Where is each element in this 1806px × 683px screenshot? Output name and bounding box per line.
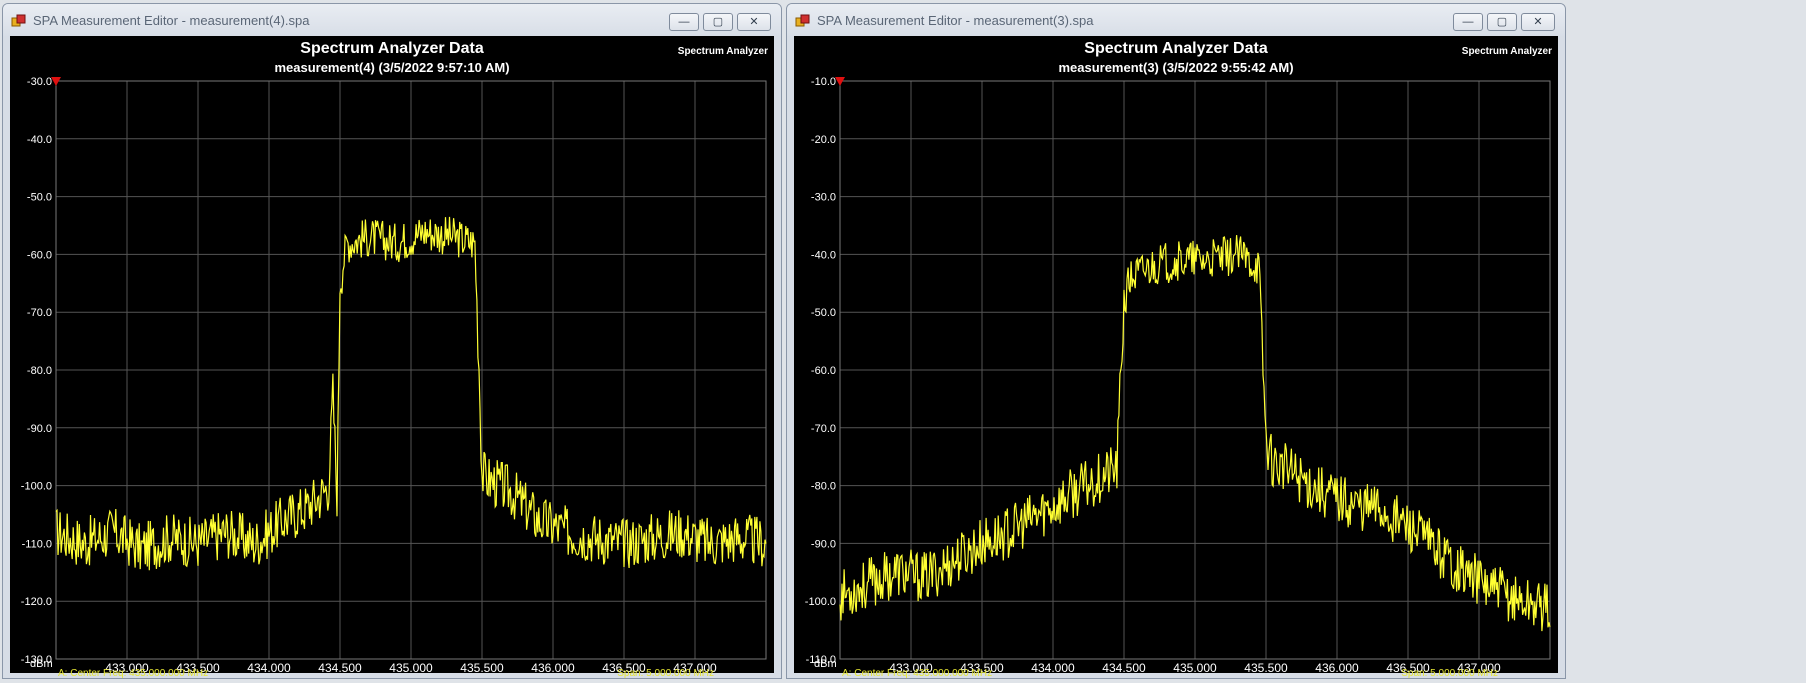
y-tick-label: -30.0 [811,192,836,204]
y-tick-label: -70.0 [27,307,52,319]
x-tick-label: 435.500 [1244,661,1288,673]
x-tick-label: 435.500 [460,661,504,673]
y-tick-label: -100.0 [21,481,52,493]
y-tick-label: -80.0 [811,481,836,493]
maximize-icon: ▢ [712,15,724,28]
minimize-icon: — [1462,15,1474,28]
x-tick-label: 434.500 [318,661,362,673]
y-tick-label: -50.0 [811,307,836,319]
window-measurement-4: SPA Measurement Editor - measurement(4).… [2,3,782,679]
x-tick-label: 436.000 [531,661,575,673]
y-tick-label: -40.0 [811,249,836,261]
center-freq-label: A: Center Freq: 435.000.000 MHz [842,668,993,679]
y-tick-label: -120.0 [21,596,52,608]
minimize-icon: — [678,15,690,28]
center-freq-label: A: Center Freq: 435.000.000 MHz [58,668,209,679]
y-unit-label: dBm [814,658,837,670]
chart-area[interactable]: -30.0 -40.0 -50.0 -60.0 -70.0 -80.0 -90.0 -100.… [10,36,774,678]
app-icon [11,14,26,27]
y-tick-label: -90.0 [27,423,52,435]
window-title: SPA Measurement Editor - measurement(4).… [33,13,310,28]
close-button[interactable]: ✕ [737,13,771,31]
y-tick-label: -20.0 [811,134,836,146]
title-bar[interactable]: SPA Measurement Editor - measurement(3).… [787,4,1565,36]
close-icon: ✕ [749,15,759,28]
instrument-label: Spectrum Analyzer [1461,46,1552,57]
y-unit-label: dBm [30,658,53,670]
spectrum-chart[interactable]: -30.0 -40.0 -50.0 -60.0 -70.0 -80.0 -90.0 -100.… [10,36,774,673]
y-tick-label: -70.0 [811,423,836,435]
span-label: Span: 5.000.000 MHz [617,668,714,679]
y-tick-label: -60.0 [27,249,52,261]
x-tick-label: 435.000 [389,661,433,673]
chart-area[interactable]: -10.0 -20.0 -30.0 -40.0 -50.0 -60.0 -70.0 -80.0… [794,36,1558,678]
y-tick-label: -30.0 [27,76,52,88]
close-icon: ✕ [1533,15,1543,28]
y-tick-label: -90.0 [811,538,836,550]
maximize-icon: ▢ [1496,15,1508,28]
close-button[interactable]: ✕ [1521,13,1555,31]
chart-title: Spectrum Analyzer Data [300,40,484,57]
maximize-button[interactable]: ▢ [1487,13,1517,31]
chart-subtitle: measurement(3) (3/5/2022 9:55:42 AM) [1058,60,1294,75]
y-tick-label: -10.0 [811,76,836,88]
y-tick-label: -40.0 [27,134,52,146]
title-bar[interactable]: SPA Measurement Editor - measurement(4).… [3,4,781,36]
window-measurement-3: SPA Measurement Editor - measurement(3).… [786,3,1566,679]
y-tick-label: -100.0 [805,596,836,608]
x-tick-label: 434.000 [247,661,291,673]
minimize-button[interactable]: — [669,13,699,31]
app-icon [795,14,810,27]
maximize-button[interactable]: ▢ [703,13,733,31]
x-tick-label: 434.500 [1102,661,1146,673]
minimize-button[interactable]: — [1453,13,1483,31]
instrument-label: Spectrum Analyzer [677,46,768,57]
y-tick-label: -80.0 [27,365,52,377]
window-title: SPA Measurement Editor - measurement(3).… [817,13,1094,28]
chart-title: Spectrum Analyzer Data [1084,40,1268,57]
x-tick-label: 435.000 [1173,661,1217,673]
y-tick-label: -60.0 [811,365,836,377]
span-label: Span: 5.000.000 MHz [1401,668,1498,679]
y-tick-label: -110.0 [22,538,52,550]
y-tick-label: -50.0 [27,192,52,204]
spectrum-chart[interactable]: -10.0 -20.0 -30.0 -40.0 -50.0 -60.0 -70.0 -80.0… [794,36,1558,673]
chart-subtitle: measurement(4) (3/5/2022 9:57:10 AM) [274,60,510,75]
x-tick-label: 434.000 [1031,661,1075,673]
x-tick-label: 436.000 [1315,661,1359,673]
